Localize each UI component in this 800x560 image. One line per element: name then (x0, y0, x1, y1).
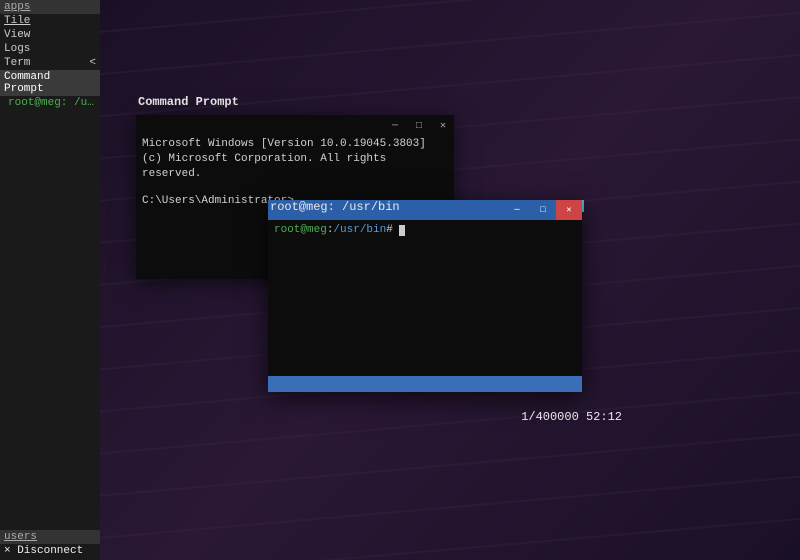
maximize-button[interactable]: □ (412, 119, 426, 133)
sidebar-item-command-prompt[interactable]: Command Prompt (0, 70, 100, 96)
status-counter: 1/400000 52:12 (521, 410, 622, 424)
cmd-line: Microsoft Windows [Version 10.0.19045.38… (142, 137, 448, 152)
cmd-body[interactable]: Microsoft Windows [Version 10.0.19045.38… (136, 137, 454, 208)
linux-terminal-window[interactable]: ─ □ ✕ root@meg:/usr/bin# (268, 200, 582, 392)
linux-prompt-line: root@meg:/usr/bin# (274, 224, 576, 236)
cursor-icon (399, 225, 405, 236)
minimize-button[interactable]: ─ (388, 119, 402, 133)
sidebar-header-apps: apps (0, 0, 100, 14)
sidebar-item-logs[interactable]: Logs (0, 42, 100, 56)
sidebar: apps Tile View Logs Term < Command Promp… (0, 0, 100, 560)
sidebar-sub-session[interactable]: root@meg: /usr… (0, 96, 100, 110)
sidebar-item-label: View (4, 29, 30, 41)
maximize-button[interactable]: □ (530, 200, 556, 220)
disconnect-button[interactable]: × Disconnect (0, 544, 100, 558)
prompt-end: # (386, 224, 399, 236)
prompt-path: /usr/bin (333, 224, 386, 236)
minimize-button[interactable]: ─ (504, 200, 530, 220)
sidebar-item-label: Command Prompt (4, 71, 96, 95)
sidebar-item-label: Logs (4, 43, 30, 55)
sidebar-header-users: users (0, 530, 100, 544)
close-button[interactable]: ✕ (436, 119, 450, 133)
close-button[interactable]: ✕ (556, 200, 582, 220)
cmd-line: (c) Microsoft Corporation. All rights re… (142, 152, 448, 182)
linux-body[interactable]: root@meg:/usr/bin# (268, 220, 582, 240)
sidebar-item-view[interactable]: View (0, 28, 100, 42)
sidebar-item-label: Term (4, 57, 30, 69)
cmd-titlebar[interactable]: ─ □ ✕ (136, 115, 454, 137)
chevron-left-icon: < (89, 57, 96, 69)
sidebar-item-label: Tile (4, 15, 30, 27)
prompt-user: root@meg (274, 224, 327, 236)
sidebar-item-term[interactable]: Term < (0, 56, 100, 70)
cmd-window-title: Command Prompt (138, 95, 239, 109)
linux-statusbar (268, 376, 582, 392)
sidebar-item-tile[interactable]: Tile (0, 14, 100, 28)
linux-window-title: root@meg: /usr/bin (270, 200, 400, 214)
